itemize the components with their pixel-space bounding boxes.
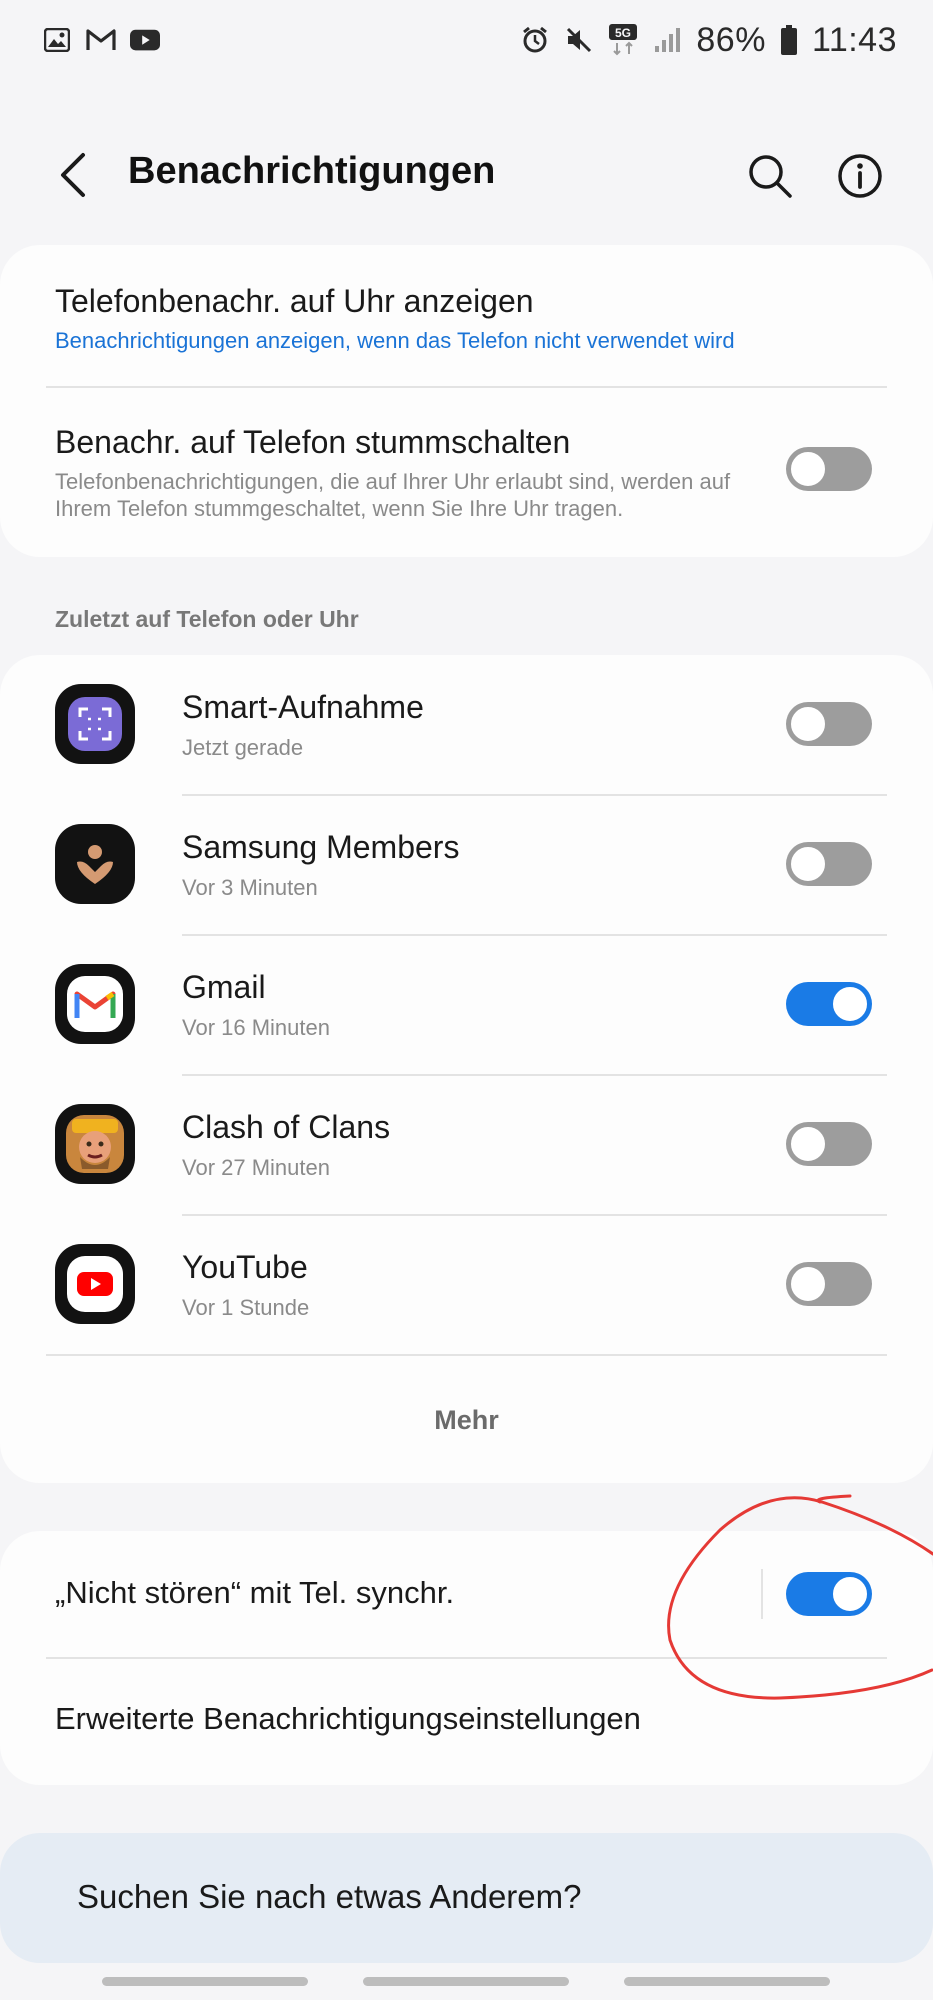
app-time: Jetzt gerade [182, 735, 304, 760]
toggle-knob [830, 1574, 870, 1614]
search-suggestion-text: Suchen Sie nach etwas Anderem? [77, 1878, 582, 1915]
nav-back-button[interactable] [624, 1977, 830, 1986]
youtube-icon [55, 1244, 135, 1324]
app-name: Clash of Clans [182, 1109, 391, 1145]
vertical-divider [761, 1569, 763, 1619]
svg-text:5G: 5G [615, 26, 631, 40]
network-5g-icon: 5G [608, 24, 638, 56]
app-row-youtube[interactable]: YouTube Vor 1 Stunde [0, 1215, 933, 1355]
dnd-sync-label: „Nicht stören“ mit Tel. synchr. [55, 1575, 455, 1610]
app-toggle-smart-capture[interactable] [786, 702, 872, 746]
toggle-knob [788, 1264, 828, 1304]
more-button[interactable]: Mehr [0, 1405, 933, 1436]
app-name: Gmail [182, 969, 266, 1005]
dnd-sync-row[interactable]: „Nicht stören“ mit Tel. synchr. [0, 1531, 933, 1657]
search-button[interactable] [742, 148, 798, 204]
toggle-knob [788, 704, 828, 744]
watch-settings-card: Telefonbenachr. auf Uhr anzeigen Benachr… [0, 245, 933, 557]
app-name: YouTube [182, 1249, 308, 1285]
app-time: Vor 1 Stunde [182, 1295, 310, 1320]
show-on-watch-subtitle: Benachrichtigungen anzeigen, wenn das Te… [55, 328, 735, 353]
dnd-sync-toggle[interactable] [786, 1572, 872, 1616]
back-button[interactable] [48, 148, 98, 202]
gmail-icon [86, 25, 116, 55]
app-time: Vor 27 Minuten [182, 1155, 330, 1180]
clash-of-clans-icon [55, 1104, 135, 1184]
signal-icon [652, 25, 682, 55]
back-arrow-icon [61, 153, 85, 197]
app-toggle-clash-of-clans[interactable] [786, 1122, 872, 1166]
battery-icon [780, 25, 798, 55]
show-on-watch-title: Telefonbenachr. auf Uhr anzeigen [55, 283, 534, 319]
samsung-members-icon [55, 824, 135, 904]
toggle-knob [788, 1124, 828, 1164]
navigation-bar [0, 1975, 933, 2000]
app-toggle-youtube[interactable] [786, 1262, 872, 1306]
page-title: Benachrichtigungen [128, 150, 496, 192]
battery-percentage: 86% [696, 20, 766, 59]
mute-on-phone-title: Benachr. auf Telefon stummschalten [55, 424, 571, 460]
recent-apps-card: Smart-Aufnahme Jetzt gerade Samsung Memb… [0, 655, 933, 1483]
app-name: Smart-Aufnahme [182, 689, 424, 725]
clock: 11:43 [811, 20, 897, 59]
search-icon [749, 155, 792, 198]
divider [46, 1354, 887, 1356]
toggle-knob [788, 449, 828, 489]
toggle-knob [830, 984, 870, 1024]
gmail-icon [55, 964, 135, 1044]
app-bar: Benachrichtigungen [0, 130, 933, 220]
mute-icon [564, 25, 594, 55]
app-toggle-samsung-members[interactable] [786, 842, 872, 886]
sync-card: „Nicht stören“ mit Tel. synchr. Erweiter… [0, 1531, 933, 1785]
app-row-smart-capture[interactable]: Smart-Aufnahme Jetzt gerade [0, 655, 933, 795]
info-button[interactable] [832, 148, 888, 204]
advanced-settings-label: Erweiterte Benachrichtigungseinstellunge… [55, 1701, 641, 1736]
mute-on-phone-row[interactable]: Benachr. auf Telefon stummschalten Telef… [0, 388, 933, 557]
info-icon [838, 154, 882, 198]
app-toggle-gmail[interactable] [786, 982, 872, 1026]
status-bar-left [42, 25, 160, 55]
app-time: Vor 16 Minuten [182, 1015, 330, 1040]
gallery-icon [42, 25, 72, 55]
status-bar-right: 5G 86% 11:43 [520, 21, 897, 60]
smart-capture-icon [55, 684, 135, 764]
show-on-watch-row[interactable]: Telefonbenachr. auf Uhr anzeigen Benachr… [0, 245, 933, 385]
nav-home-button[interactable] [363, 1977, 569, 1986]
status-bar: 5G 86% 11:43 [0, 0, 933, 80]
app-name: Samsung Members [182, 829, 460, 865]
advanced-settings-row[interactable]: Erweiterte Benachrichtigungseinstellunge… [0, 1659, 933, 1785]
section-label-recent: Zuletzt auf Telefon oder Uhr [55, 606, 359, 632]
mute-on-phone-toggle[interactable] [786, 447, 872, 491]
app-row-gmail[interactable]: Gmail Vor 16 Minuten [0, 935, 933, 1075]
mute-on-phone-subtitle: Telefonbenachrichtigungen, die auf Ihrer… [55, 469, 731, 521]
app-row-clash-of-clans[interactable]: Clash of Clans Vor 27 Minuten [0, 1075, 933, 1215]
app-time: Vor 3 Minuten [182, 875, 318, 900]
toggle-knob [788, 844, 828, 884]
search-suggestion-card[interactable]: Suchen Sie nach etwas Anderem? [0, 1833, 933, 1963]
youtube-icon [130, 25, 160, 55]
alarm-icon [520, 25, 550, 55]
app-row-samsung-members[interactable]: Samsung Members Vor 3 Minuten [0, 795, 933, 935]
nav-recents-button[interactable] [102, 1977, 308, 1986]
